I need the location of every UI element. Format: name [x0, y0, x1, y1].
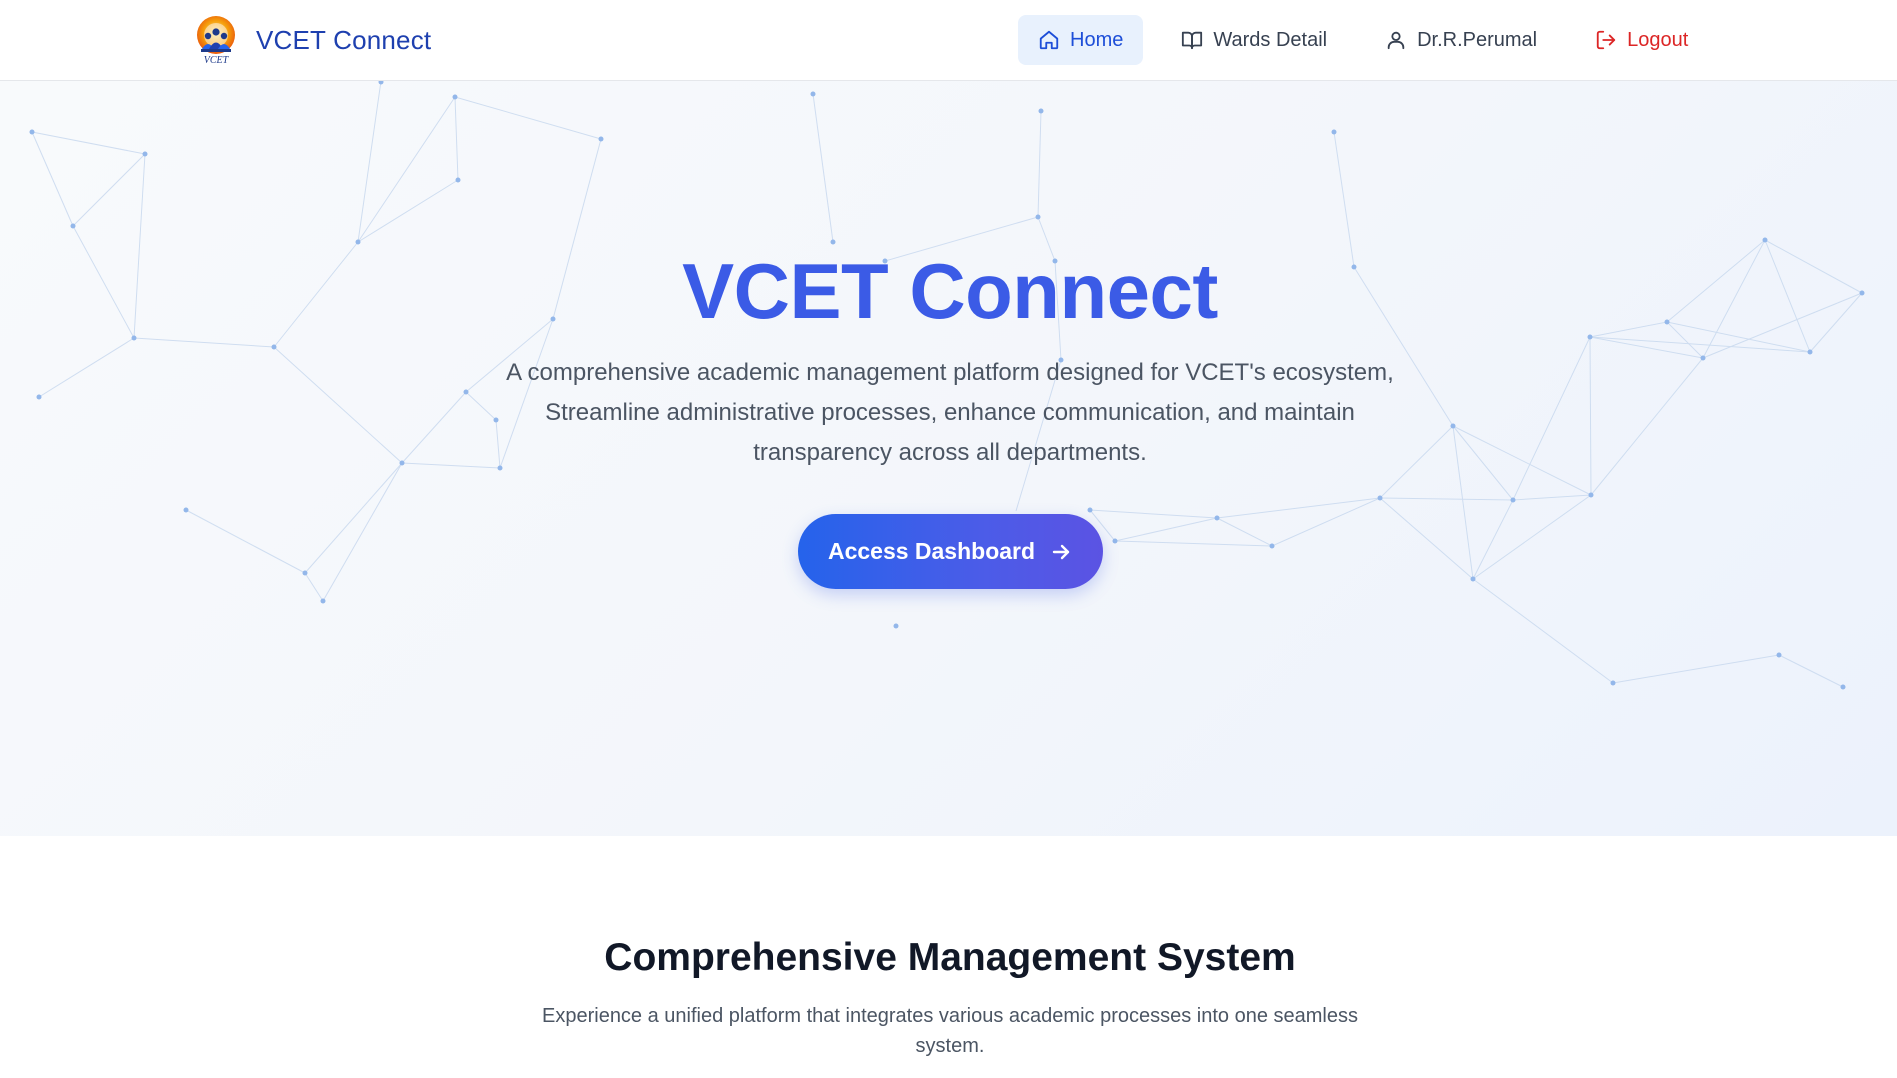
hero-title: VCET Connect: [682, 247, 1218, 335]
nav-logout[interactable]: Logout: [1575, 15, 1708, 65]
main-nav: Home Wards Detail Dr.R.Perumal Logout: [1018, 15, 1708, 65]
home-icon: [1039, 30, 1059, 50]
user-icon: [1387, 31, 1405, 50]
svg-text:VCET: VCET: [204, 55, 230, 65]
nav-wards-detail[interactable]: Wards Detail: [1161, 15, 1347, 65]
nav-user-profile-label: Dr.R.Perumal: [1417, 28, 1538, 51]
features-description: Experience a unified platform that integ…: [542, 1005, 1358, 1057]
arrow-right-icon: [1052, 544, 1070, 559]
access-dashboard-label: Access Dashboard: [827, 538, 1036, 564]
nav-home[interactable]: Home: [1018, 15, 1144, 65]
access-dashboard-button[interactable]: Access Dashboard: [798, 514, 1103, 589]
nav-home-label: Home: [1070, 28, 1124, 51]
vcet-logo-icon: VCET: [197, 16, 235, 65]
brand-home-link[interactable]: VCET VCET Connect: [193, 14, 431, 66]
brand-name: VCET Connect: [256, 24, 432, 55]
nav-user-profile[interactable]: Dr.R.Perumal: [1365, 15, 1557, 65]
logout-icon: [1596, 30, 1616, 50]
top-navbar: VCET VCET Connect Home Wards Detail Dr.R…: [0, 0, 1897, 81]
nav-wards-detail-label: Wards Detail: [1213, 28, 1328, 51]
nav-logout-label: Logout: [1627, 28, 1689, 51]
features-title: Comprehensive Management System: [604, 936, 1296, 979]
hero-section: VCET Connect A comprehensive academic ma…: [0, 81, 1897, 836]
book-open-icon: [1182, 31, 1203, 50]
hero-description: A comprehensive academic management plat…: [506, 359, 1394, 466]
features-section: Comprehensive Management System Experien…: [0, 836, 1897, 1078]
